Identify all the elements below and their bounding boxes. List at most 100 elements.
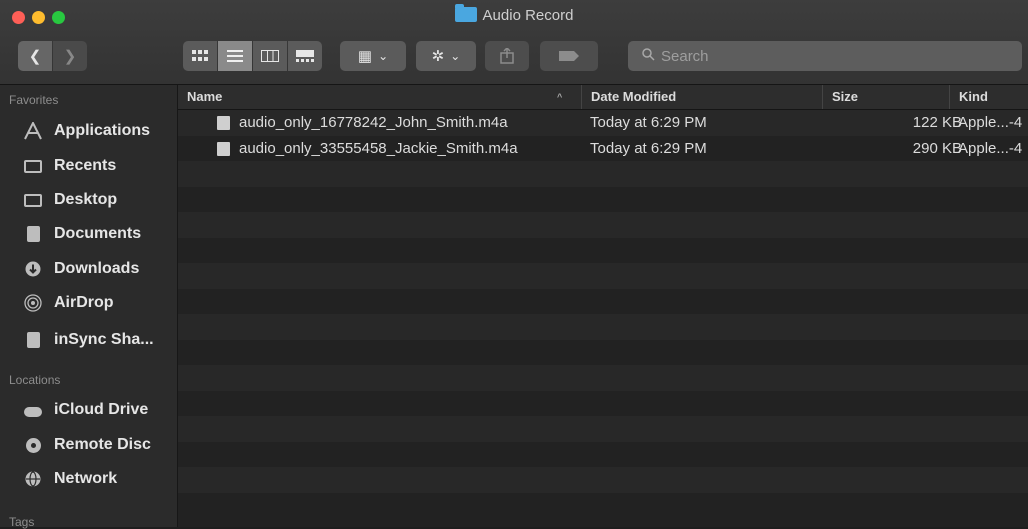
cloud-icon xyxy=(21,400,45,420)
document-icon xyxy=(21,330,45,350)
audio-file-icon xyxy=(217,116,230,130)
list-view-button[interactable] xyxy=(218,41,252,71)
table-row[interactable]: audio_only_16778242_John_Smith.m4a Today… xyxy=(178,110,1028,136)
sidebar-item-remote-disc[interactable]: Remote Disc xyxy=(21,430,177,460)
empty-row xyxy=(178,314,1028,340)
chevron-right-icon: ❯ xyxy=(63,48,77,65)
column-header-name[interactable]: Name xyxy=(178,85,579,109)
empty-row xyxy=(178,161,1028,187)
column-header-kind[interactable]: Kind xyxy=(949,85,1028,109)
file-list: Name ^ Date Modified Size Kind audio_onl… xyxy=(178,85,1028,527)
share-button[interactable] xyxy=(485,41,529,71)
list-header: Name ^ Date Modified Size Kind xyxy=(178,85,1028,110)
favorites-heading: Favorites xyxy=(9,93,59,107)
sidebar-item-icloud-drive[interactable]: iCloud Drive xyxy=(21,395,177,425)
sidebar-item-desktop[interactable]: Desktop xyxy=(21,185,177,215)
list-icon xyxy=(227,50,243,62)
back-button[interactable]: ❮ xyxy=(18,41,52,71)
group-by-button[interactable]: ▦ ⌄ xyxy=(340,41,406,71)
toolbar: Audio Record ❮ ❯ ▦ ⌄ ✲ ⌄ Search xyxy=(0,0,1028,85)
sidebar-item-label: AirDrop xyxy=(54,294,114,311)
airdrop-icon xyxy=(21,293,45,313)
file-date: Today at 6:29 PM xyxy=(590,139,707,157)
gallery-view-button[interactable] xyxy=(288,41,322,71)
view-mode-group xyxy=(183,41,322,71)
sidebar-item-label: Downloads xyxy=(54,260,140,277)
gallery-icon xyxy=(296,50,314,62)
file-name: audio_only_33555458_Jackie_Smith.m4a xyxy=(239,139,518,157)
file-name: audio_only_16778242_John_Smith.m4a xyxy=(239,114,508,131)
empty-row xyxy=(178,237,1028,263)
search-icon xyxy=(642,47,655,65)
gear-icon: ✲ xyxy=(431,48,445,65)
empty-row xyxy=(178,365,1028,391)
downloads-icon xyxy=(21,259,45,279)
sort-chevron-icon: ^ xyxy=(557,92,563,102)
sidebar-item-label: Network xyxy=(54,470,118,487)
empty-row xyxy=(178,390,1028,416)
sidebar-item-insync[interactable]: inSync Sha... xyxy=(21,325,177,355)
sidebar-item-label: inSync Sha... xyxy=(54,331,154,348)
locations-heading: Locations xyxy=(9,373,61,387)
sidebar-item-label: Remote Disc xyxy=(54,436,151,453)
sidebar-item-documents[interactable]: Documents xyxy=(21,219,177,249)
sidebar-item-downloads[interactable]: Downloads xyxy=(21,254,177,284)
forward-button[interactable]: ❯ xyxy=(53,41,87,71)
icon-view-button[interactable] xyxy=(183,41,217,71)
empty-row xyxy=(178,416,1028,442)
file-kind: Apple...-4 xyxy=(958,139,1023,157)
chevron-down-icon: ⌄ xyxy=(450,49,461,63)
file-size: 290 KB xyxy=(912,139,962,157)
tag-icon xyxy=(559,51,579,61)
chevron-down-icon: ⌄ xyxy=(378,49,389,63)
column-header-label: Size xyxy=(832,89,859,104)
sidebar-item-label: Desktop xyxy=(54,191,118,208)
table-row[interactable]: audio_only_33555458_Jackie_Smith.m4a Tod… xyxy=(178,135,1028,161)
empty-row xyxy=(178,492,1028,518)
file-date: Today at 6:29 PM xyxy=(590,114,707,131)
chevron-left-icon: ❮ xyxy=(28,48,42,65)
column-header-date[interactable]: Date Modified xyxy=(581,85,820,109)
empty-row xyxy=(178,212,1028,238)
documents-icon xyxy=(21,224,45,244)
recents-icon xyxy=(21,156,45,176)
column-header-label: Name xyxy=(187,89,223,104)
window-title-text: Audio Record xyxy=(482,7,574,24)
search-placeholder: Search xyxy=(661,47,709,65)
sidebar-item-applications[interactable]: Applications xyxy=(21,116,177,146)
sidebar-item-label: Applications xyxy=(54,122,151,139)
share-icon xyxy=(500,48,514,64)
finder-window: Audio Record ❮ ❯ ▦ ⌄ ✲ ⌄ Search Favorite… xyxy=(0,0,1028,529)
tag-button[interactable] xyxy=(540,41,598,71)
desktop-icon xyxy=(21,190,45,210)
sidebar: Favorites Applications Recents Desktop D… xyxy=(0,85,178,529)
file-kind: Apple...-4 xyxy=(958,114,1023,131)
column-header-size[interactable]: Size xyxy=(822,85,947,109)
group-grid-icon: ▦ xyxy=(357,48,373,65)
sidebar-item-network[interactable]: Network xyxy=(21,464,177,494)
sidebar-item-recents[interactable]: Recents xyxy=(21,151,177,181)
column-header-label: Date Modified xyxy=(591,89,677,104)
action-button[interactable]: ✲ ⌄ xyxy=(416,41,476,71)
columns-icon xyxy=(261,50,279,62)
empty-row xyxy=(178,288,1028,314)
sidebar-item-label: Recents xyxy=(54,157,117,174)
empty-row xyxy=(178,339,1028,365)
empty-row xyxy=(178,186,1028,212)
column-header-label: Kind xyxy=(959,89,988,104)
sidebar-item-label: Documents xyxy=(54,225,142,242)
network-icon xyxy=(21,469,45,489)
search-field[interactable]: Search xyxy=(628,41,1022,71)
empty-row xyxy=(178,263,1028,289)
icon-grid-icon xyxy=(192,50,208,61)
disc-icon xyxy=(21,435,45,455)
sidebar-item-label: iCloud Drive xyxy=(54,401,149,418)
sidebar-item-airdrop[interactable]: AirDrop xyxy=(21,288,177,318)
audio-file-icon xyxy=(217,141,230,156)
empty-row xyxy=(178,441,1028,467)
applications-icon xyxy=(21,121,45,141)
file-rows: audio_only_16778242_John_Smith.m4a Today… xyxy=(178,110,1028,518)
window-title: Audio Record xyxy=(0,4,1028,26)
folder-icon xyxy=(454,4,477,22)
column-view-button[interactable] xyxy=(253,41,287,71)
